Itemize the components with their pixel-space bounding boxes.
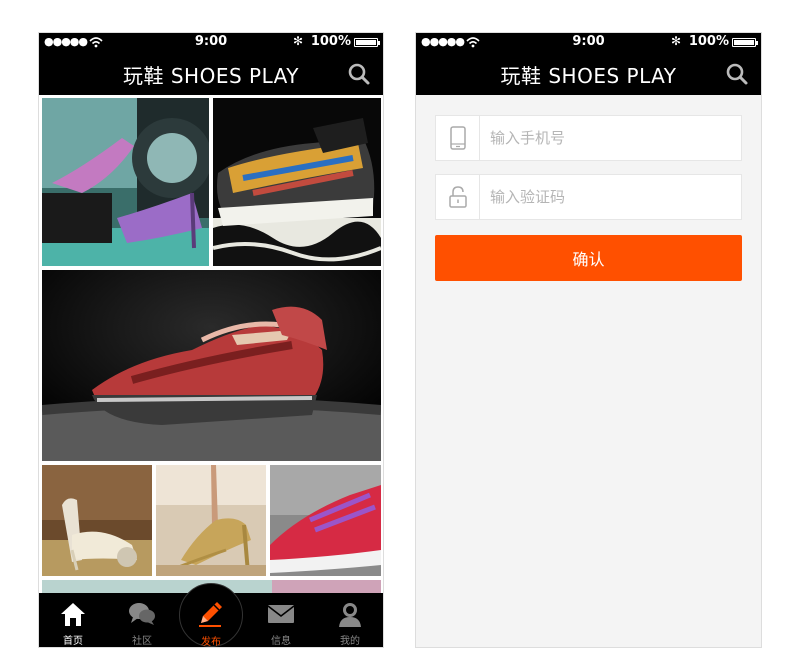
battery-icon [732, 38, 758, 47]
photo-tile-red-running-shoe[interactable] [42, 270, 381, 461]
tab-publish[interactable]: 发布 [179, 583, 243, 647]
photo-tile-gold-heel[interactable] [156, 465, 266, 576]
tab-bar: 首页 社区 发布 信息 我的 [39, 583, 383, 647]
navigation-bar: 玩鞋 SHOES PLAY [416, 51, 761, 95]
search-icon[interactable] [725, 62, 749, 86]
chat-bubbles-icon [129, 603, 155, 625]
home-icon [61, 603, 85, 626]
photo-tile-pink-heels[interactable] [42, 98, 209, 266]
app-title: 玩鞋 SHOES PLAY [122, 64, 300, 88]
tab-home-label: 首页 [63, 636, 83, 647]
photo-grid [39, 95, 383, 595]
photo-tile-lace-heel[interactable] [42, 465, 152, 576]
battery-percentage: 100% [310, 34, 351, 49]
pencil-icon [199, 602, 222, 627]
phone-field-icon-box [436, 116, 480, 160]
login-screen: ●●●●● 9:00 ✻ 100% 玩鞋 SHOES PLAY 输入手机号 输入… [415, 32, 762, 648]
status-bar: ●●●●● 9:00 ✻ 100% [416, 33, 761, 51]
tab-community[interactable]: 社区 [114, 593, 170, 647]
tab-home[interactable]: 首页 [45, 593, 101, 647]
tab-profile[interactable]: 我的 [322, 593, 378, 647]
battery-icon [354, 38, 380, 47]
tab-publish-label: 发布 [201, 637, 221, 648]
navigation-bar: 玩鞋 SHOES PLAY [39, 51, 383, 95]
tab-messages[interactable]: 信息 [253, 593, 309, 647]
status-bar: ●●●●● 9:00 ✻ 100% [39, 33, 383, 51]
user-icon [339, 603, 361, 627]
tab-community-label: 社区 [132, 636, 152, 647]
battery-percentage: 100% [688, 34, 729, 49]
tab-profile-label: 我的 [340, 636, 360, 647]
phone-input[interactable] [490, 116, 730, 160]
photo-tile-printed-sneaker[interactable] [213, 98, 381, 266]
search-icon[interactable] [347, 62, 371, 86]
tab-messages-label: 信息 [271, 636, 291, 647]
envelope-icon [267, 605, 295, 623]
photo-tile-red-sneaker[interactable] [270, 465, 381, 576]
bluetooth-icon: ✻ [670, 34, 681, 48]
app-title: 玩鞋 SHOES PLAY [500, 64, 677, 88]
verification-code-input[interactable] [490, 175, 730, 219]
code-field-icon-box [436, 175, 480, 219]
bluetooth-icon: ✻ [292, 34, 303, 48]
lock-icon [449, 186, 467, 208]
phone-field [435, 115, 742, 161]
phone-icon [450, 126, 466, 150]
confirm-button[interactable]: 确认 [435, 235, 742, 281]
feed-screen: ●●●●● 9:00 ✻ 100% 玩鞋 SHOES PLAY 首页 社区 发布… [38, 32, 384, 648]
verification-code-field [435, 174, 742, 220]
